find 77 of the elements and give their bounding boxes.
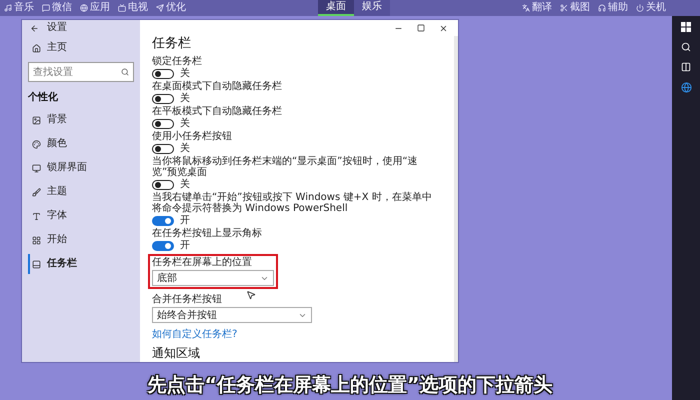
setting-label: 在桌面模式下自动隐藏任务栏 bbox=[152, 81, 282, 92]
toggle-switch[interactable] bbox=[152, 144, 174, 154]
toggle-switch[interactable] bbox=[152, 180, 174, 190]
toolbar-icon bbox=[118, 4, 126, 12]
toggle-state: 关 bbox=[180, 143, 190, 154]
toolbar-icon bbox=[522, 4, 530, 12]
toggle-state: 开 bbox=[180, 240, 190, 251]
task-view-icon bbox=[681, 62, 691, 72]
toolbar-icon bbox=[80, 4, 88, 12]
sidebar-item[interactable]: 任务栏 bbox=[28, 254, 134, 274]
help-link[interactable]: 如何自定义任务栏? bbox=[152, 329, 238, 340]
search-icon bbox=[681, 42, 691, 52]
mode-tab[interactable]: 桌面 bbox=[318, 0, 354, 16]
setting-label: 在任务栏按钮上显示角标 bbox=[152, 228, 262, 239]
search-field[interactable]: 查找设置 bbox=[28, 62, 134, 82]
toolbar-icon bbox=[636, 4, 644, 12]
setting-label: 合并任务栏按钮 bbox=[152, 294, 222, 305]
sidebar-item[interactable]: 字体 bbox=[28, 206, 134, 226]
section-heading: 通知区域 bbox=[152, 346, 200, 360]
toolbar-item[interactable]: 微信 bbox=[42, 2, 72, 14]
toolbar-icon bbox=[156, 4, 164, 12]
nav-icon bbox=[32, 164, 41, 172]
toggle-switch[interactable] bbox=[152, 216, 174, 226]
setting-label: 使用小任务栏按钮 bbox=[152, 131, 232, 142]
toggle-state: 关 bbox=[180, 179, 190, 190]
video-caption: 先点击“任务栏在屏幕上的位置”选项的下拉箭头 bbox=[148, 374, 552, 396]
mode-tab[interactable]: 娱乐 bbox=[354, 0, 390, 16]
sidebar-item[interactable]: 主题 bbox=[28, 182, 134, 202]
mouse-cursor-icon bbox=[246, 290, 256, 300]
home-item[interactable]: 主页 bbox=[28, 38, 134, 58]
sidebar-item[interactable]: 锁屏界面 bbox=[28, 158, 134, 178]
toggle-switch[interactable] bbox=[152, 68, 174, 78]
toggle-state: 关 bbox=[180, 68, 190, 79]
sidebar-item[interactable]: 开始 bbox=[28, 230, 134, 250]
globe-icon bbox=[680, 82, 692, 93]
search-icon bbox=[121, 68, 129, 76]
setting-label: 当你将鼠标移动到任务栏末端的“显示桌面”按钮时，使用“速览”预览桌面 bbox=[152, 156, 419, 178]
toggle-state: 开 bbox=[180, 215, 190, 226]
setting-label: 锁定任务栏 bbox=[152, 56, 202, 67]
windows-logo-icon[interactable] bbox=[681, 22, 691, 32]
page-title: 任务栏 bbox=[152, 36, 191, 52]
nav-icon bbox=[32, 260, 41, 268]
window-title: 设置 bbox=[47, 22, 67, 34]
toggle-state: 关 bbox=[180, 118, 190, 129]
toggle-switch[interactable] bbox=[152, 118, 174, 128]
sidebar-item[interactable]: 颜色 bbox=[28, 134, 134, 154]
nav-icon bbox=[32, 140, 41, 148]
toolbar-item[interactable]: 翻译 bbox=[522, 2, 552, 14]
nav-icon bbox=[32, 116, 41, 124]
setting-label: 任务栏在屏幕上的位置 bbox=[152, 257, 252, 268]
maximize-icon bbox=[417, 24, 425, 32]
toolbar-item[interactable]: 优化 bbox=[156, 2, 186, 14]
toggle-switch[interactable] bbox=[152, 240, 174, 250]
close-icon bbox=[439, 24, 448, 32]
sidebar-item[interactable]: 背景 bbox=[28, 110, 134, 130]
toggle-switch[interactable] bbox=[152, 94, 174, 104]
back-arrow-icon bbox=[30, 24, 39, 32]
dropdown[interactable]: 始终合并按钮 bbox=[152, 307, 312, 323]
toolbar-icon bbox=[42, 4, 50, 12]
toggle-state: 关 bbox=[180, 93, 190, 104]
toolbar-icon bbox=[598, 4, 606, 12]
home-icon bbox=[32, 44, 41, 52]
setting-label: 在平板模式下自动隐藏任务栏 bbox=[152, 106, 282, 117]
section-title: 个性化 bbox=[28, 90, 59, 104]
toolbar-item[interactable]: 电视 bbox=[118, 2, 148, 14]
toolbar-icon bbox=[560, 4, 568, 12]
toolbar-item[interactable]: 应用 bbox=[80, 2, 110, 14]
toolbar-item[interactable]: 关机 bbox=[636, 2, 666, 14]
toolbar-item[interactable]: 辅助 bbox=[598, 2, 628, 14]
nav-icon bbox=[32, 212, 41, 220]
toolbar-item[interactable]: 音乐 bbox=[4, 2, 34, 14]
nav-icon bbox=[32, 188, 41, 196]
dropdown[interactable]: 底部 bbox=[152, 270, 274, 286]
toolbar-item[interactable]: 截图 bbox=[560, 2, 590, 14]
setting-label: 当我右键单击“开始”按钮或按下 Windows 键+X 时，在菜单中将命令提示符替换为 Windows PowerShell bbox=[152, 192, 433, 214]
nav-icon bbox=[32, 236, 41, 244]
toolbar-icon bbox=[4, 4, 12, 12]
